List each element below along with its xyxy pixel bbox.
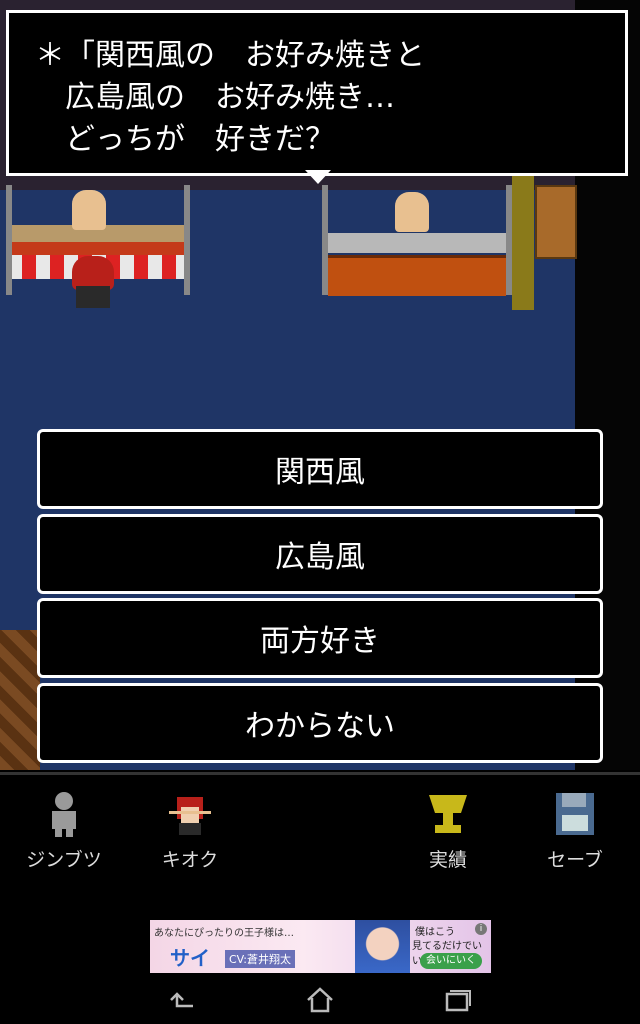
achievements-button[interactable]: 実績 [398,789,498,871]
save-label: セーブ [547,849,603,871]
people-label: ジンブツ [26,849,102,871]
stall-post [6,185,12,295]
ad-tagline: 僕はこう [415,927,455,938]
choice-label: 広島風 [275,540,365,575]
recent-apps-icon[interactable] [437,984,477,1016]
save-button[interactable]: セーブ [525,789,625,871]
stall-front [328,255,506,296]
dialog-line: 広島風の お好み焼き… [35,80,395,115]
stall-trim [8,242,190,256]
choice-label: 両方好き [260,624,380,659]
bottom-toolbar: ジンブツ キオク 実績 セーブ [0,772,640,895]
dialog-line: どっちが 好きだ？ [35,122,335,157]
vendor-npc-right [395,192,429,232]
back-arrow-icon[interactable] [163,984,203,1016]
ad-brand: サイ [170,946,210,970]
memory-label: キオク [161,849,219,871]
memory-button[interactable]: キオク [140,789,240,871]
dialog-box: ＊「関西風の お好み焼きと 広島風の お好み焼き… どっちが 好きだ？ [6,10,628,176]
vendor-npc-left [72,190,106,230]
ad-info-icon[interactable]: i [475,923,487,935]
choice-label: わからない [245,709,395,744]
home-icon[interactable] [300,984,340,1016]
choice-hiroshima-button[interactable]: 広島風 [37,514,603,594]
stall-post [184,185,190,295]
stall-post [322,185,328,295]
choice-kansai-button[interactable]: 関西風 [37,429,603,509]
choice-both-button[interactable]: 両方好き [37,598,603,678]
floppy-disk-icon [550,789,600,839]
choice-label: 関西風 [275,455,365,490]
player-body [76,286,110,308]
person-silhouette-icon [39,789,89,839]
ad-banner[interactable]: あなたにぴったりの王子様は… サイ CV:蒼井翔太 僕はこう 見てるだけでいいよ… [150,920,491,973]
ad-headline: あなたにぴったりの王子様は… [154,928,294,939]
ad-cta-button[interactable]: 会いにいく [420,953,482,969]
red-hair-portrait-icon [165,789,215,839]
android-nav-bar [0,976,640,1024]
ad-character-image [355,920,410,973]
choice-dont-know-button[interactable]: わからない [37,683,603,763]
trophy-icon [423,789,473,839]
dialog-continue-arrow-icon [305,170,331,184]
wooden-crate [535,185,577,259]
ad-cv: CV:蒼井翔太 [225,950,296,968]
stall-counter [328,233,506,253]
dialog-line: ＊「関西風の お好み焼きと [35,38,425,73]
rock-edge [0,630,40,770]
people-button[interactable]: ジンブツ [14,789,114,871]
achievements-label: 実績 [428,849,467,871]
player-hair [72,256,114,290]
player-character [68,256,118,312]
bamboo-pole [512,160,534,310]
